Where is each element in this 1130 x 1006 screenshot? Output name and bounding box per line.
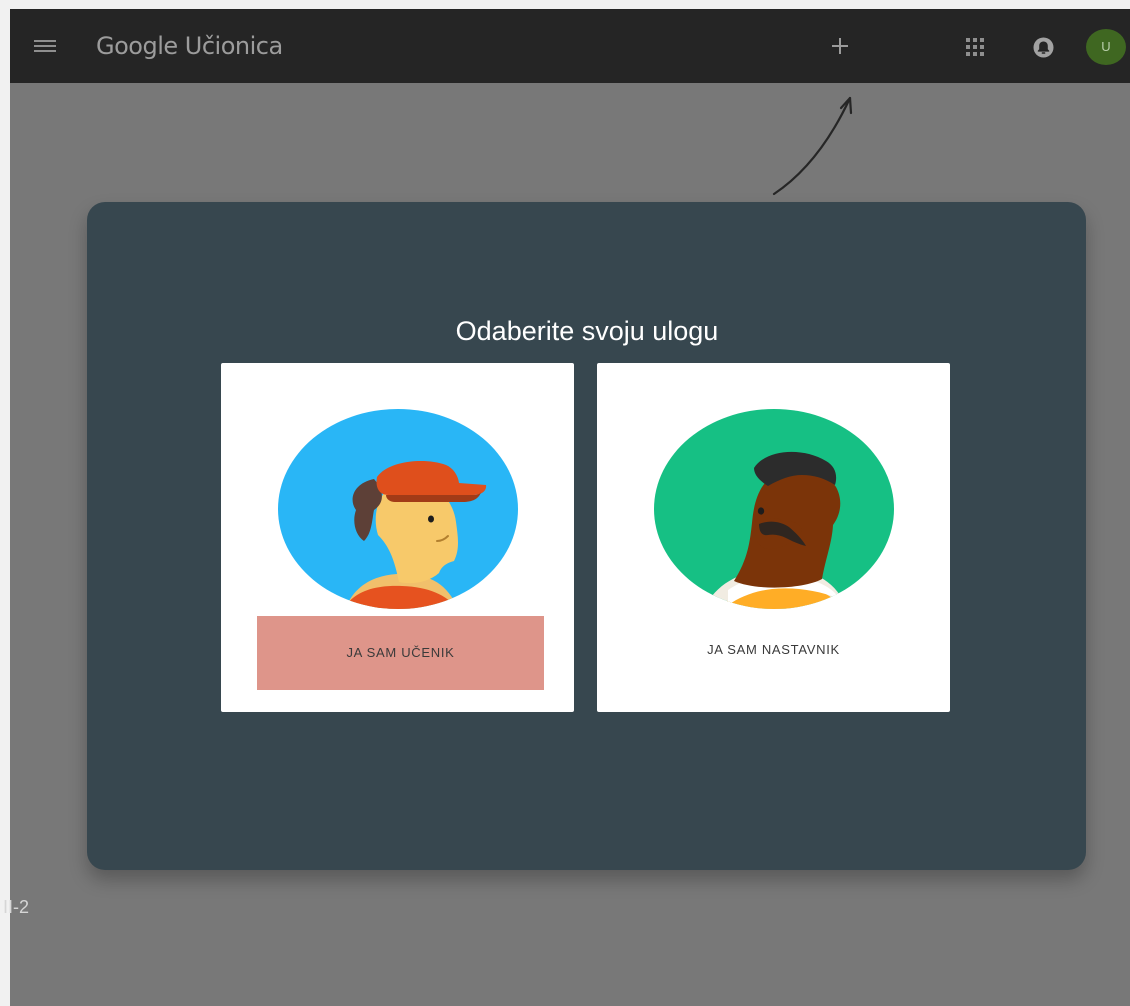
arrow-annotation-icon xyxy=(772,96,853,196)
dialog-title: Odaberite svoju ulogu xyxy=(455,316,719,346)
teacher-role-card[interactable]: JA SAM NASTAVNIK xyxy=(597,363,950,712)
student-role-card[interactable]: JA SAM UČENIK xyxy=(221,363,574,712)
role-selection-dialog: Odaberite svoju ulogu JA SAM UČENIK JA S… xyxy=(87,202,1086,870)
student-illustration-icon xyxy=(278,409,518,609)
teacher-illustration-icon xyxy=(654,409,894,609)
student-role-label[interactable]: JA SAM UČENIK xyxy=(257,616,544,690)
plus-icon[interactable] xyxy=(827,33,853,59)
apps-grid-icon[interactable] xyxy=(964,36,986,58)
page-label: II-2 xyxy=(3,897,30,917)
menu-icon[interactable] xyxy=(31,35,59,57)
classroom-app: Google Učionica U Odaberite svoju ulogu xyxy=(10,9,1130,1006)
notifications-icon[interactable] xyxy=(1030,34,1057,61)
user-avatar[interactable]: U xyxy=(1086,29,1126,65)
top-bar: Google Učionica U xyxy=(10,9,1130,83)
teacher-role-label[interactable]: JA SAM NASTAVNIK xyxy=(633,640,914,660)
app-title: Google Učionica xyxy=(96,32,283,60)
